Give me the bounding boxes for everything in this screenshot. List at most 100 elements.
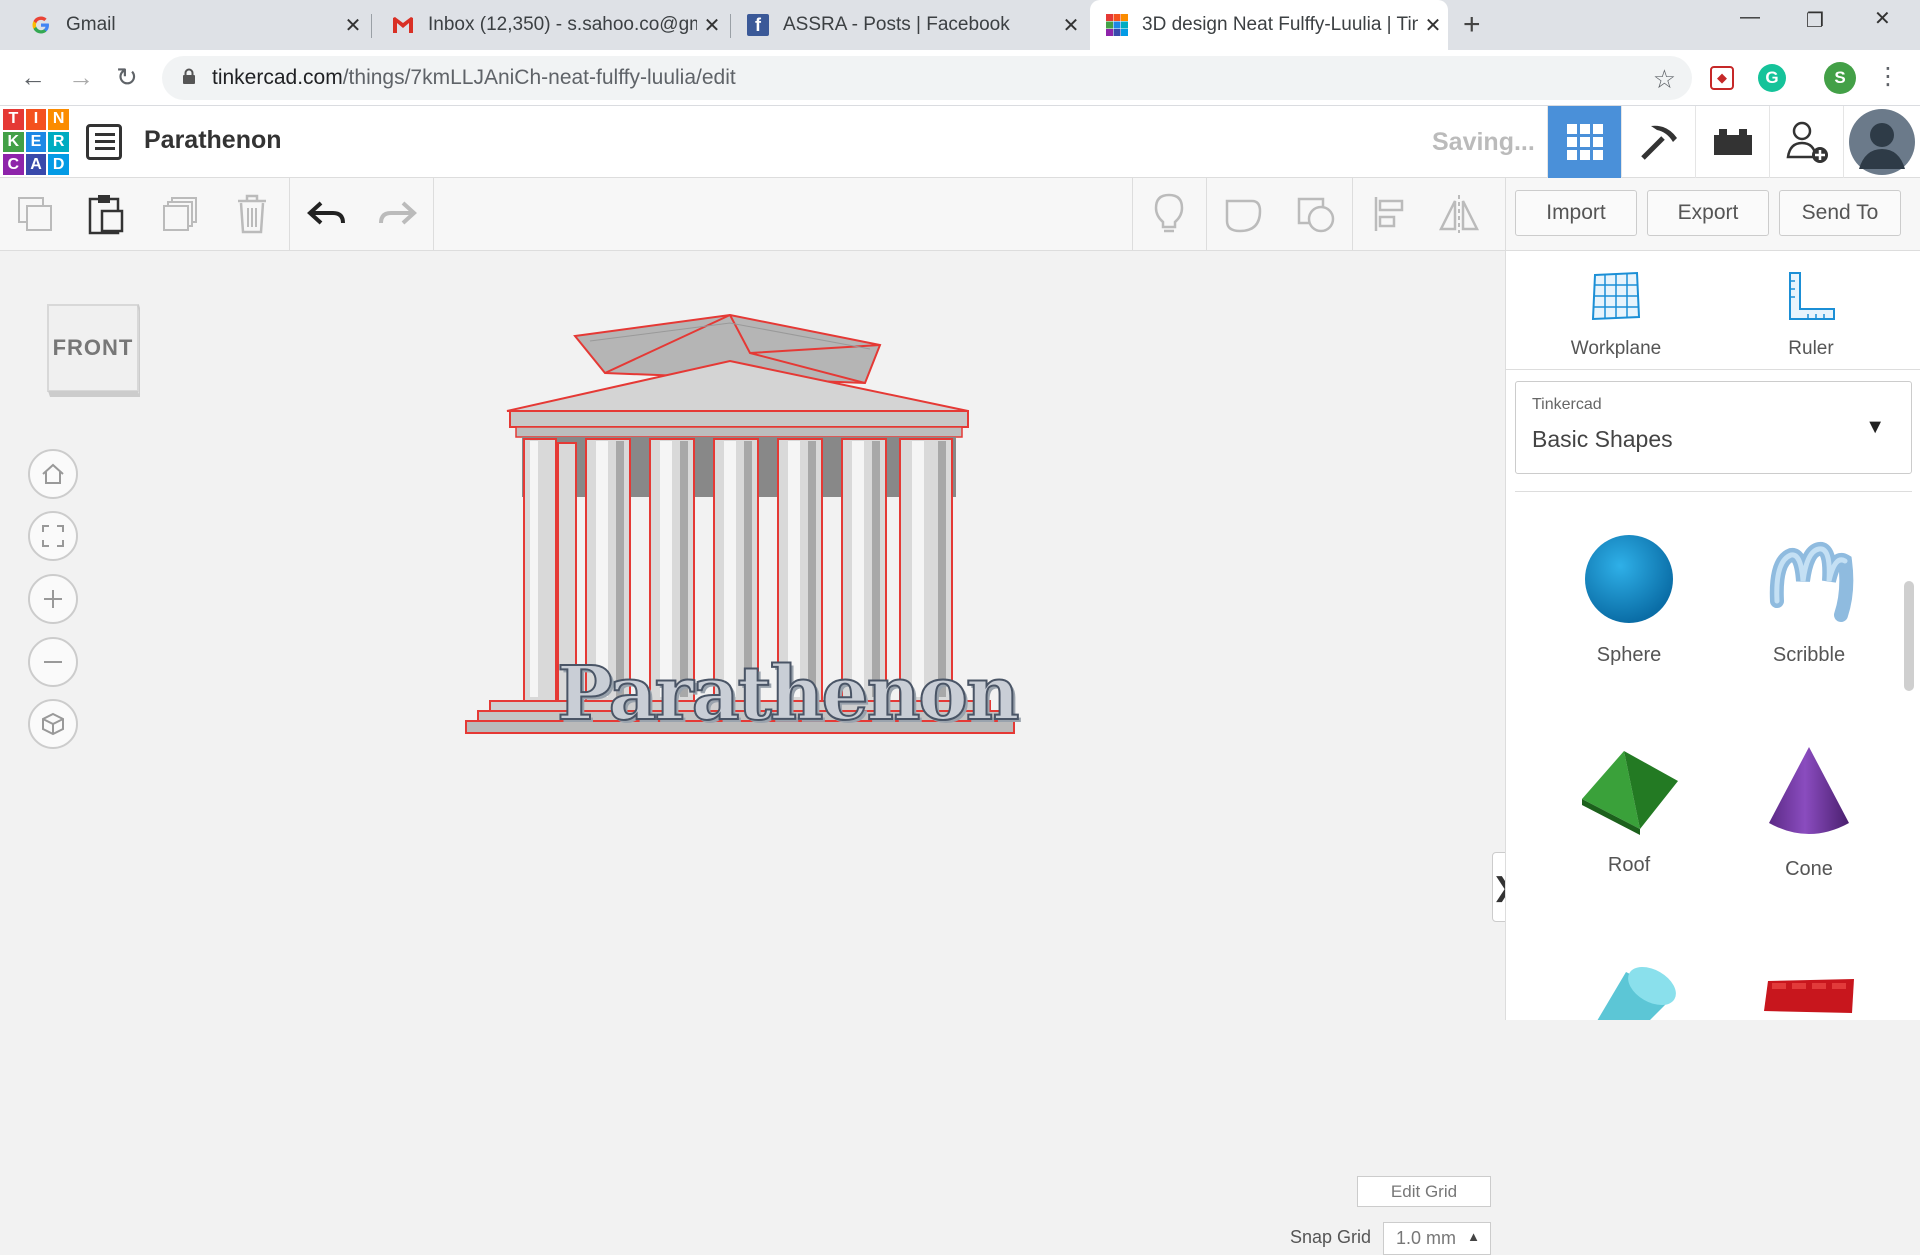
redo-icon [379, 201, 417, 225]
library-name: Basic Shapes [1532, 426, 1673, 452]
tab-facebook[interactable]: f ASSRA - Posts | Facebook ✕ [731, 0, 1086, 50]
align-icon [1374, 197, 1404, 231]
close-tab-icon[interactable]: ✕ [697, 13, 727, 38]
bricks-button[interactable] [1695, 106, 1769, 178]
tab-gmail[interactable]: Gmail ✕ [0, 0, 368, 50]
profile-avatar[interactable]: S [1824, 62, 1856, 94]
tab-title: ASSRA - Posts | Facebook [783, 14, 1010, 35]
design-list-icon[interactable] [86, 124, 122, 160]
snap-grid-select[interactable]: 1.0 mm ▲ [1383, 1222, 1491, 1255]
export-button[interactable]: Export [1647, 190, 1769, 236]
close-tab-icon[interactable]: ✕ [1418, 13, 1448, 38]
tab-title: Inbox (12,350) - s.sahoo.co@gma [428, 14, 697, 35]
logo-letter: T [3, 109, 24, 130]
close-tab-icon[interactable]: ✕ [1056, 13, 1086, 38]
ruler-icon [1789, 272, 1835, 320]
library-source: Tinkercad [1532, 396, 1602, 413]
plus-icon [44, 590, 62, 608]
grammarly-icon[interactable]: G [1758, 64, 1786, 92]
cone-icon [1769, 747, 1849, 834]
toolbar-divider [1352, 178, 1353, 251]
tinkercad-logo[interactable]: T I N K E R C A D [3, 109, 69, 175]
address-bar-row: ← → ↻ tinkercad.com/things/7kmLLJAniCh-n… [0, 50, 1920, 106]
group-button[interactable] [1218, 188, 1268, 240]
minimize-icon[interactable]: — [1740, 6, 1760, 29]
group-icon [1225, 199, 1262, 233]
tab-tinkercad[interactable]: 3D design Neat Fulffy-Luulia | Tin ✕ [1090, 0, 1448, 50]
back-icon[interactable]: ← [20, 62, 46, 93]
shape-sphere[interactable]: Sphere [1544, 531, 1714, 667]
view-cube[interactable]: FRONT [46, 301, 141, 399]
panel-divider [1506, 369, 1920, 370]
model-3d-text[interactable]: Parathenon [556, 650, 1021, 738]
home-view-button[interactable] [28, 449, 78, 499]
close-tab-icon[interactable]: ✕ [338, 13, 368, 38]
url-field[interactable]: tinkercad.com/things/7kmLLJAniCh-neat-fu… [162, 56, 1692, 100]
import-button[interactable]: Import [1515, 190, 1637, 236]
browser-menu-icon[interactable]: ⋮ [1876, 62, 1900, 91]
ungroup-button[interactable] [1291, 188, 1341, 240]
ruler-tool[interactable]: Ruler [1751, 269, 1871, 360]
design-title[interactable]: Parathenon [144, 126, 282, 155]
new-tab-button[interactable]: + [1463, 8, 1481, 42]
fit-view-button[interactable] [28, 511, 78, 561]
browser-tab-strip: Gmail ✕ Inbox (12,350) - s.sahoo.co@gma … [0, 0, 1920, 50]
shape-label: Roof [1607, 854, 1651, 876]
shape-cylinder[interactable] [1544, 956, 1714, 1020]
edit-grid-button[interactable]: Edit Grid [1357, 1176, 1491, 1207]
restore-icon[interactable]: ❐ [1806, 8, 1824, 33]
redo-button[interactable] [372, 188, 422, 240]
zoom-out-button[interactable] [28, 637, 78, 687]
sphere-icon [1585, 535, 1673, 623]
invite-people-button[interactable] [1769, 106, 1843, 178]
shape-library-select[interactable]: Tinkercad Basic Shapes ▼ [1515, 381, 1912, 474]
paste-button[interactable] [81, 188, 131, 240]
undo-button[interactable] [302, 188, 352, 240]
logo-letter: E [25, 131, 47, 153]
close-window-icon[interactable]: ✕ [1874, 6, 1891, 31]
logo-letter: R [48, 131, 69, 153]
minus-icon [44, 661, 62, 663]
tab-inbox[interactable]: Inbox (12,350) - s.sahoo.co@gma ✕ [372, 0, 727, 50]
workplane-label: Workplane [1570, 338, 1662, 359]
workplane-canvas[interactable]: FRONT Parathenon ❯ Edit Grid Snap Grid 1… [0, 251, 1514, 1255]
ruler-label: Ruler [1788, 338, 1834, 359]
perspective-button[interactable] [28, 699, 78, 749]
shape-label: Cone [1785, 858, 1833, 880]
save-status: Saving... [1432, 128, 1535, 156]
roof-icon [1582, 751, 1678, 835]
user-avatar[interactable] [1843, 106, 1920, 178]
extension-shield-icon[interactable]: ◆ [1710, 66, 1734, 90]
cylinder-icon [1597, 967, 1676, 1020]
blocks-button[interactable] [1621, 106, 1695, 178]
lightbulb-icon [1154, 193, 1184, 233]
zoom-in-button[interactable] [28, 574, 78, 624]
align-button[interactable] [1364, 188, 1414, 240]
avatar-icon [1849, 109, 1915, 175]
shape-scribble[interactable]: Scribble [1724, 531, 1894, 667]
panel-scrollbar[interactable] [1904, 581, 1914, 691]
shapes-panel: Workplane Ruler Tinkercad Basic Shapes ▼… [1505, 251, 1920, 1020]
toolbar-divider [433, 178, 434, 251]
shape-roof[interactable]: Roof [1544, 741, 1714, 877]
duplicate-button[interactable] [155, 188, 205, 240]
url-host: tinkercad.com [212, 66, 343, 89]
workplane-tool[interactable]: Workplane [1556, 269, 1676, 360]
send-to-button[interactable]: Send To [1779, 190, 1901, 236]
copy-button[interactable] [10, 188, 60, 240]
bookmark-star-icon[interactable]: ☆ [1653, 64, 1676, 95]
text-shape-icon [1764, 979, 1854, 1013]
logo-letter: A [25, 154, 47, 175]
notes-button[interactable] [1144, 188, 1194, 240]
logo-letter: I [25, 109, 47, 130]
shape-text[interactable] [1724, 971, 1894, 1020]
mirror-button[interactable] [1434, 188, 1484, 240]
3d-view-button[interactable] [1547, 106, 1621, 178]
shape-cone[interactable]: Cone [1724, 741, 1894, 881]
grid-icon [1566, 124, 1603, 160]
copy-icon [18, 197, 52, 231]
reload-icon[interactable]: ↻ [116, 62, 138, 93]
tinkercad-icon [1106, 14, 1128, 36]
forward-icon[interactable]: → [68, 62, 94, 93]
delete-button[interactable] [227, 188, 277, 240]
